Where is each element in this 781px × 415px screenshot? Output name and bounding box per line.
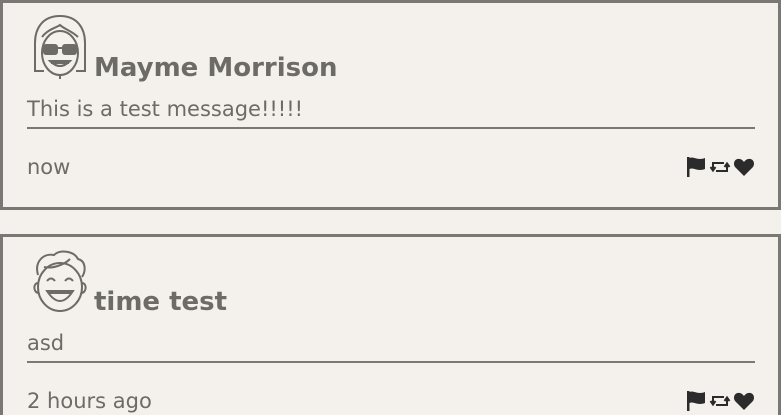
heart-icon — [733, 392, 755, 410]
laughing-boy-avatar-icon — [33, 250, 87, 312]
like-button[interactable] — [733, 156, 755, 178]
post-message: This is a test message!!!!! — [27, 97, 755, 129]
retweet-icon — [709, 161, 731, 173]
flag-icon — [687, 391, 705, 411]
post-card: time test asd 2 hours ago — [0, 234, 781, 415]
flag-icon — [687, 157, 705, 177]
flag-button[interactable] — [685, 390, 707, 412]
post-author[interactable]: Mayme Morrison — [94, 53, 337, 83]
flag-button[interactable] — [685, 156, 707, 178]
post-author[interactable]: time test — [94, 287, 227, 317]
retweet-button[interactable] — [709, 390, 731, 412]
girl-with-glasses-avatar-icon — [34, 15, 86, 79]
retweet-button[interactable] — [709, 156, 731, 178]
retweet-icon — [709, 395, 731, 407]
like-button[interactable] — [733, 390, 755, 412]
message-feed: Mayme Morrison This is a test message!!!… — [0, 0, 781, 415]
post-card: Mayme Morrison This is a test message!!!… — [0, 0, 781, 210]
post-timestamp: 2 hours ago — [27, 389, 152, 413]
post-message: asd — [27, 331, 755, 363]
post-timestamp: now — [27, 155, 71, 179]
post-actions — [685, 389, 755, 413]
post-actions — [685, 155, 755, 179]
heart-icon — [733, 158, 755, 176]
